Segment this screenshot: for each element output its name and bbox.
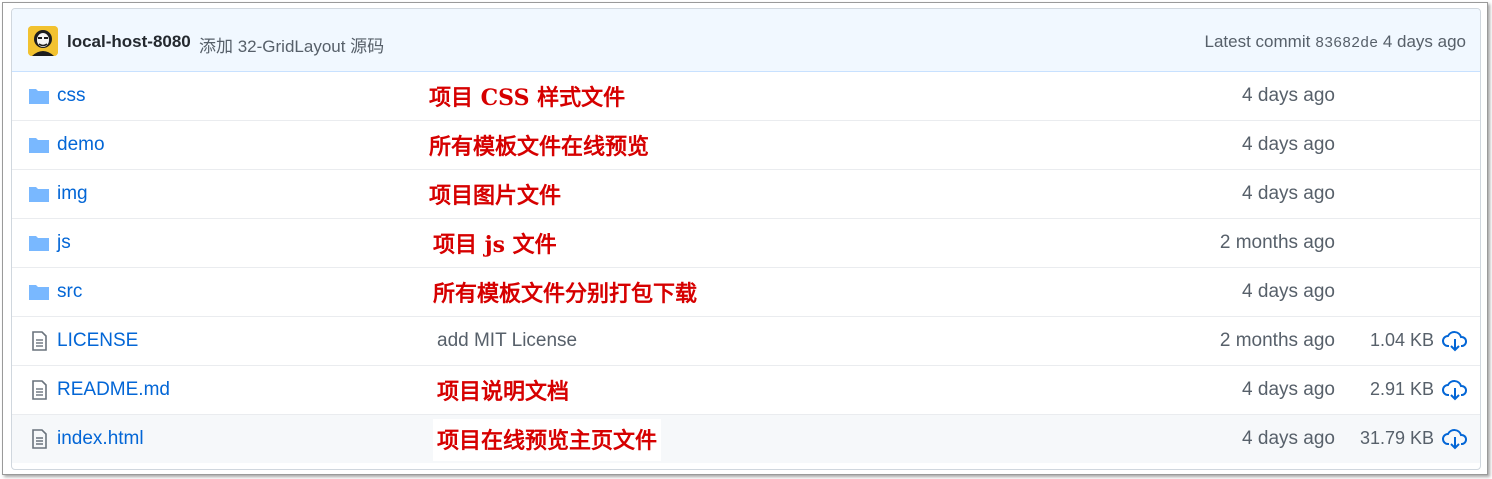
- commit-message[interactable]: 添加 32-GridLayout 源码: [199, 32, 384, 57]
- file-row[interactable]: js 项目 js 文件 2 months ago: [12, 218, 1480, 267]
- folder-icon: [29, 89, 49, 104]
- file-row[interactable]: img 项目图片文件 4 days ago: [12, 169, 1480, 218]
- file-annotation: 项目 js 文件: [433, 232, 557, 258]
- file-size: 2.91 KB: [1369, 379, 1434, 399]
- file-name-link[interactable]: README.md: [57, 379, 170, 401]
- folder-icon: [29, 285, 49, 300]
- commit-message-link[interactable]: add MIT License: [437, 330, 577, 352]
- file-row[interactable]: LICENSE add MIT License 2 months ago 1.0…: [12, 316, 1480, 365]
- commit-sha[interactable]: 83682de: [1315, 35, 1378, 52]
- file-annotation: 项目图片文件: [429, 183, 562, 209]
- commit-author[interactable]: local-host-8080: [67, 32, 191, 52]
- file-annotation: 所有模板文件在线预览: [429, 134, 650, 160]
- file-row[interactable]: src 所有模板文件分别打包下载 4 days ago: [12, 267, 1480, 316]
- folder-icon: [29, 138, 49, 153]
- file-name-link[interactable]: demo: [57, 134, 105, 156]
- file-row[interactable]: index.html 项目在线预览主页文件 4 days ago 31.79 K…: [12, 414, 1480, 463]
- file-age[interactable]: 4 days ago: [1242, 281, 1335, 303]
- cloud-download-icon[interactable]: [1442, 378, 1468, 402]
- file-size: 1.04 KB: [1369, 330, 1434, 350]
- file-icon: [32, 331, 47, 351]
- file-size: 31.79 KB: [1359, 428, 1434, 448]
- file-age[interactable]: 4 days ago: [1242, 183, 1335, 205]
- latest-commit-info: Latest commit 83682de 4 days ago: [1205, 32, 1466, 52]
- file-annotation: 所有模板文件分别打包下载: [433, 281, 698, 307]
- file-age[interactable]: 2 months ago: [1220, 232, 1335, 254]
- file-row[interactable]: css 项目 CSS 样式文件 4 days ago: [12, 72, 1480, 120]
- file-name-link[interactable]: img: [57, 183, 88, 205]
- file-annotation: 项目 CSS 样式文件: [429, 85, 626, 111]
- file-row[interactable]: demo 所有模板文件在线预览 4 days ago: [12, 120, 1480, 169]
- cloud-download-icon[interactable]: [1442, 427, 1468, 451]
- file-age[interactable]: 4 days ago: [1242, 428, 1335, 450]
- file-age[interactable]: 2 months ago: [1220, 330, 1335, 352]
- file-name-link[interactable]: css: [57, 85, 86, 107]
- file-name-link[interactable]: js: [57, 232, 71, 254]
- file-annotation: 项目在线预览主页文件: [433, 419, 662, 461]
- file-row[interactable]: README.md 项目说明文档 4 days ago 2.91 KB: [12, 365, 1480, 414]
- file-icon: [32, 429, 47, 449]
- file-age[interactable]: 4 days ago: [1242, 85, 1335, 107]
- latest-commit-bar: local-host-8080 添加 32-GridLayout 源码 Late…: [12, 9, 1480, 72]
- file-age[interactable]: 4 days ago: [1242, 379, 1335, 401]
- file-name-link[interactable]: src: [57, 281, 82, 303]
- folder-icon: [29, 236, 49, 251]
- author-avatar[interactable]: [28, 26, 58, 56]
- file-annotation: 项目说明文档: [437, 379, 570, 405]
- latest-commit-label: Latest commit: [1204, 32, 1311, 51]
- file-icon: [32, 380, 47, 400]
- file-name-link[interactable]: LICENSE: [57, 330, 138, 352]
- commit-age[interactable]: 4 days ago: [1383, 32, 1466, 51]
- screenshot-frame: local-host-8080 添加 32-GridLayout 源码 Late…: [2, 2, 1488, 475]
- file-name-link[interactable]: index.html: [57, 428, 144, 450]
- file-age[interactable]: 4 days ago: [1242, 134, 1335, 156]
- cloud-download-icon[interactable]: [1442, 329, 1468, 353]
- file-browser: local-host-8080 添加 32-GridLayout 源码 Late…: [11, 8, 1481, 470]
- folder-icon: [29, 187, 49, 202]
